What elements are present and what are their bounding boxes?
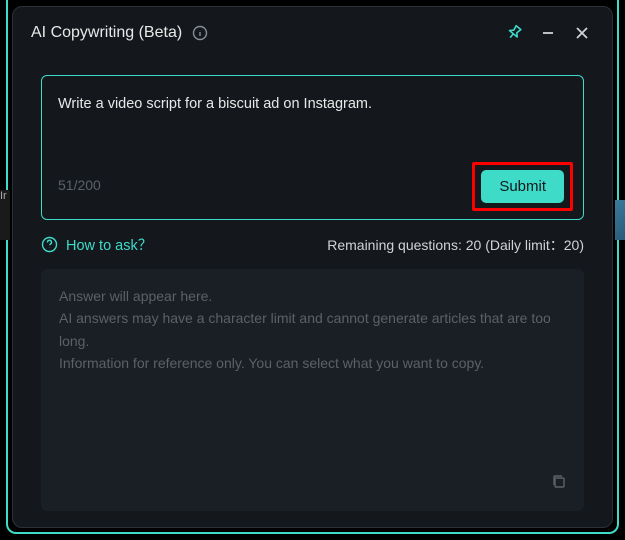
pin-icon[interactable]: [502, 21, 526, 45]
prompt-text[interactable]: Write a video script for a biscuit ad on…: [58, 94, 567, 152]
question-icon: [41, 236, 58, 253]
answer-box: Answer will appear here. AI answers may …: [41, 269, 584, 511]
content-area: Write a video script for a biscuit ad on…: [13, 55, 612, 527]
info-icon[interactable]: [192, 25, 208, 41]
copy-icon[interactable]: [550, 473, 568, 497]
how-to-ask-label: How to ask？: [66, 234, 152, 255]
close-button[interactable]: [570, 21, 594, 45]
bg-left-strip: Ir: [0, 190, 10, 240]
window-title: AI Copywriting (Beta): [31, 24, 182, 42]
remaining-questions: Remaining questions: 20 (Daily limit：20): [327, 235, 584, 255]
answer-placeholder-line1: Answer will appear here.: [59, 285, 566, 307]
submit-highlight: Submit: [472, 162, 573, 211]
prompt-input-box[interactable]: Write a video script for a biscuit ad on…: [41, 75, 584, 220]
answer-placeholder-line2: AI answers may have a character limit an…: [59, 307, 566, 352]
answer-placeholder-line3: Information for reference only. You can …: [59, 352, 566, 374]
minimize-button[interactable]: [536, 21, 560, 45]
submit-button[interactable]: Submit: [481, 170, 564, 203]
bg-right-strip: [615, 200, 625, 240]
how-to-ask-link[interactable]: How to ask？: [41, 234, 152, 255]
app-window: AI Copywriting (Beta): [12, 6, 613, 528]
char-count: 51/200: [58, 177, 101, 193]
titlebar: AI Copywriting (Beta): [13, 7, 612, 55]
meta-row: How to ask？ Remaining questions: 20 (Dai…: [41, 234, 584, 255]
input-bottom-row: 51/200 Submit: [58, 162, 567, 207]
